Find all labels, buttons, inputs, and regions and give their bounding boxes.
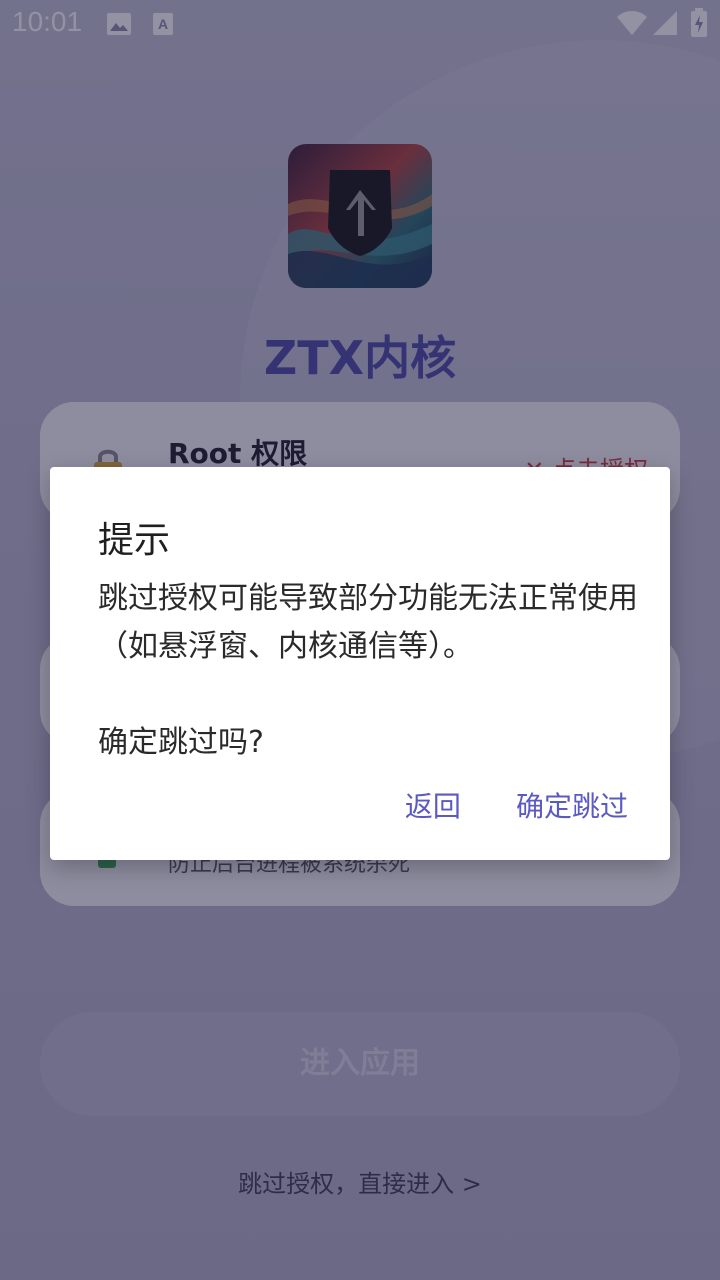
confirm-skip-button[interactable]: 确定跳过 <box>516 785 628 825</box>
dialog-message-line: 跳过授权可能导致部分功能无法正常使用（如悬浮窗、内核通信等）。 <box>98 581 638 664</box>
dialog-message: 跳过授权可能导致部分功能无法正常使用（如悬浮窗、内核通信等）。 确定跳过吗? <box>98 575 638 767</box>
app-screen: 10:01 A ZTX内核 Root 权限 防止后台进程被系统杀死 进入应用 跳… <box>0 0 720 1280</box>
back-button[interactable]: 返回 <box>405 785 461 825</box>
dialog-buttons: 返回 确定跳过 <box>355 785 628 825</box>
dialog-title: 提示 <box>98 520 171 561</box>
skip-confirm-dialog: 提示 跳过授权可能导致部分功能无法正常使用（如悬浮窗、内核通信等）。 确定跳过吗… <box>50 467 670 860</box>
dialog-question: 确定跳过吗? <box>98 725 264 760</box>
